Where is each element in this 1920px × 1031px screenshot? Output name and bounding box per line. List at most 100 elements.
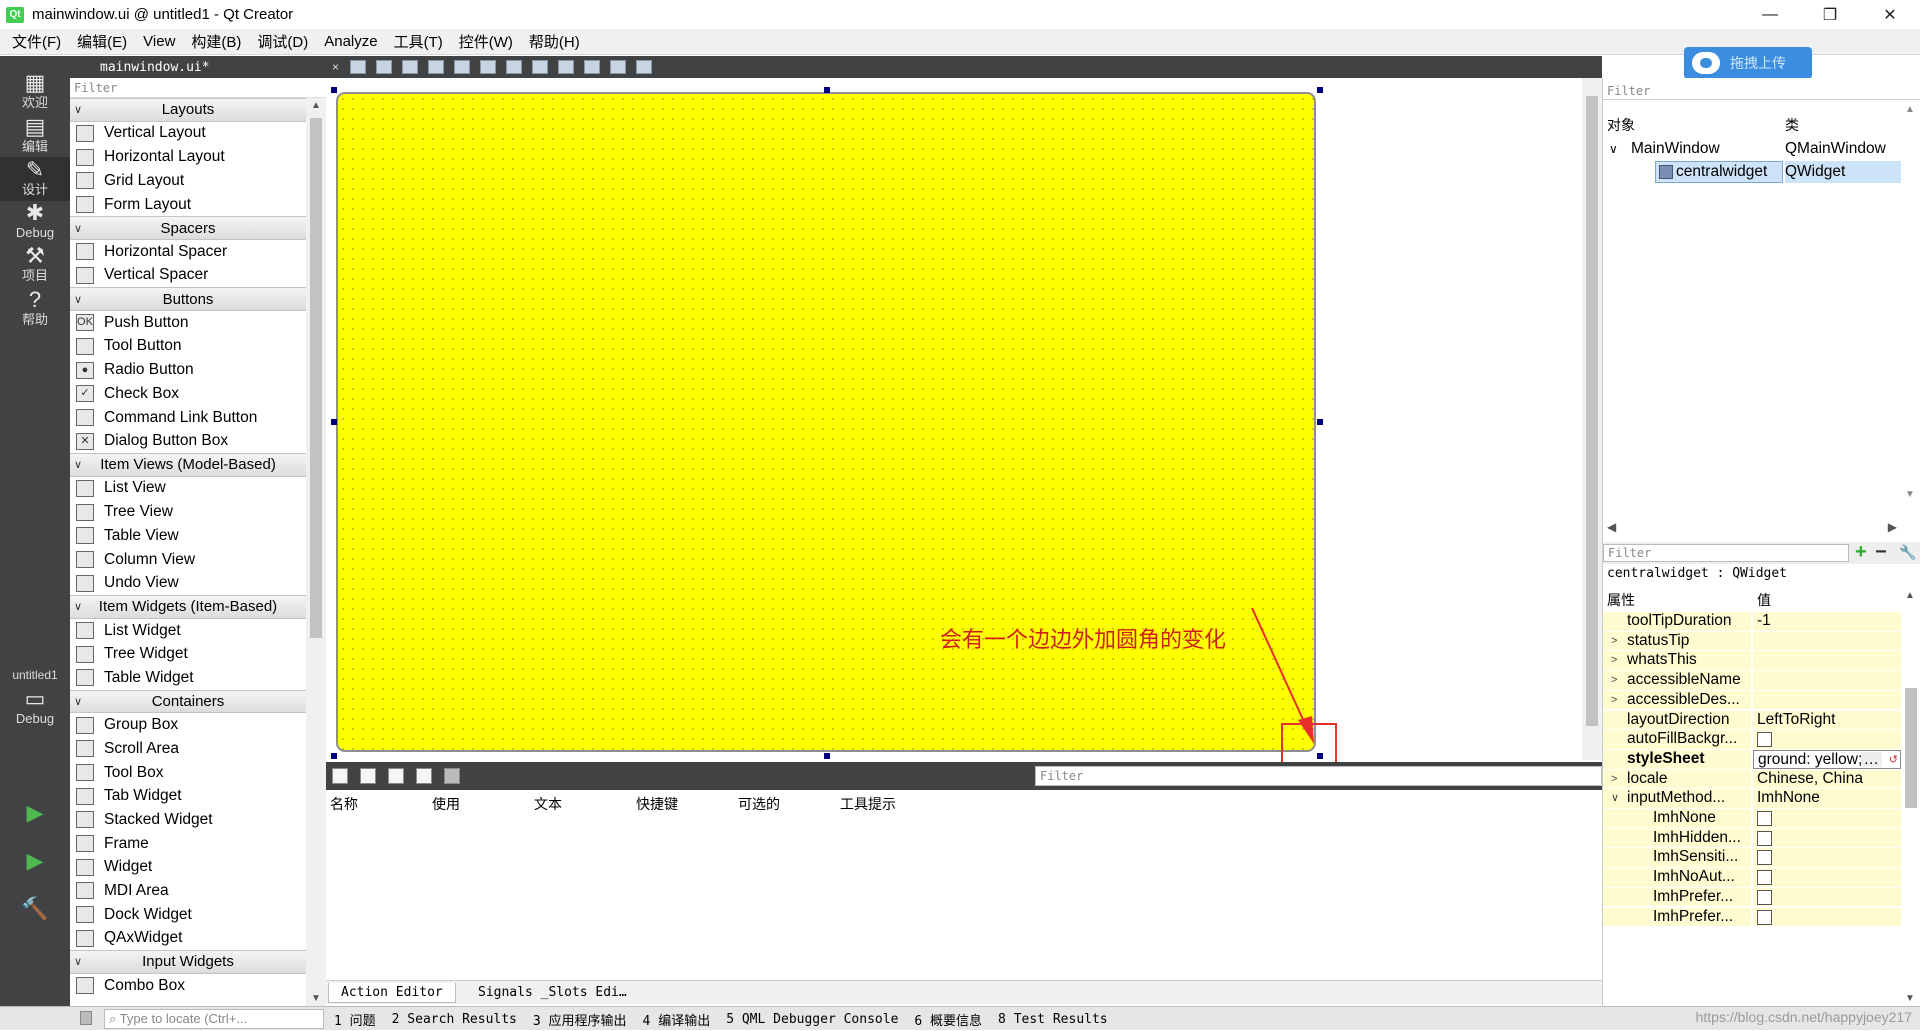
action-column-header[interactable]: 快捷键 (636, 794, 678, 814)
widget-item[interactable]: List View (70, 477, 306, 501)
widget-item[interactable]: Table View (70, 524, 306, 548)
property-row[interactable]: statusTip > (1603, 631, 1901, 652)
resize-handle[interactable] (824, 753, 830, 759)
widget-category[interactable]: ∨ Item Widgets (Item-Based) (70, 595, 306, 619)
output-pane-button[interactable]: 2 Search Results (392, 1012, 517, 1027)
property-value[interactable]: -1 (1753, 612, 1901, 631)
widget-item[interactable]: ✕ Dialog Button Box (70, 429, 306, 453)
layout-grid-icon[interactable] (584, 60, 601, 74)
property-value[interactable]: ImhNone (1753, 789, 1901, 808)
property-row[interactable]: ImhHidden... (1603, 828, 1901, 849)
build-button[interactable]: 🔨 (0, 896, 70, 932)
property-row[interactable]: styleSheet ground: yellow;… ↺ (1603, 749, 1901, 770)
mode-debug[interactable]: ✱ Debug (0, 200, 70, 244)
menu-item[interactable]: 构建(B) (183, 31, 249, 52)
minimize-button[interactable]: — (1740, 0, 1800, 29)
property-row[interactable]: ImhNone (1603, 809, 1901, 829)
debug-run-button[interactable]: ▶ (0, 848, 70, 884)
chevron-down-icon[interactable]: ∨ (74, 222, 82, 235)
scroll-thumb[interactable] (310, 118, 322, 638)
object-inspector-scrollbar[interactable]: ▲ ▼ (1901, 102, 1920, 502)
scroll-down-icon[interactable]: ▼ (1905, 993, 1915, 1004)
widget-category[interactable]: ∨ Item Views (Model-Based) (70, 453, 306, 477)
output-pane-button[interactable]: 1 问题 (334, 1010, 376, 1029)
new-action-icon[interactable] (332, 768, 348, 784)
property-value[interactable] (1753, 828, 1901, 848)
configure-icon[interactable]: 🔧 (1899, 544, 1916, 561)
property-checkbox[interactable] (1757, 811, 1772, 826)
chevron-right-icon[interactable]: > (1611, 671, 1617, 690)
property-row[interactable]: autoFillBackgr... (1603, 730, 1901, 750)
remove-dynamic-property-button[interactable]: − (1875, 542, 1887, 562)
widget-category[interactable]: ∨ Containers (70, 689, 306, 714)
widget-item[interactable]: Command Link Button (70, 406, 306, 430)
configure-icon[interactable] (444, 768, 460, 784)
property-value[interactable] (1753, 848, 1901, 868)
splitter-horizontal-icon[interactable] (506, 60, 523, 74)
resize-handle[interactable] (331, 419, 337, 425)
close-button[interactable]: ✕ (1860, 0, 1920, 29)
widget-item[interactable]: Tree Widget (70, 642, 306, 666)
widget-list-scrollbar[interactable]: ▲ ▼ (306, 98, 326, 1006)
mode-design[interactable]: ✎ 设计 (0, 157, 70, 201)
property-row[interactable]: ImhPrefer... (1603, 887, 1901, 908)
delete-action-icon[interactable] (416, 768, 432, 784)
widget-item[interactable]: Form Layout (70, 193, 306, 217)
scroll-down-icon[interactable]: ▼ (306, 993, 326, 1004)
property-editor-scrollbar[interactable]: ▲ ▼ (1901, 588, 1920, 1006)
widget-item[interactable]: Tree View (70, 500, 306, 524)
mode-edit[interactable]: ▤ 编辑 (0, 114, 70, 158)
chevron-down-icon[interactable]: ∨ (74, 600, 82, 613)
layout-horizontal-icon[interactable] (454, 60, 471, 74)
output-pane-button[interactable]: 8 Test Results (998, 1012, 1108, 1027)
layout-form-icon[interactable] (558, 60, 575, 74)
widget-item[interactable]: Frame (70, 832, 306, 856)
widget-item[interactable]: Table Widget (70, 666, 306, 690)
chevron-right-icon[interactable]: > (1611, 651, 1617, 670)
widget-item[interactable]: ✓ Check Box (70, 382, 306, 406)
widget-item[interactable]: Tool Box (70, 761, 306, 785)
widget-item[interactable]: Scroll Area (70, 737, 306, 761)
stylesheet-edit-button[interactable]: … (1860, 752, 1882, 767)
menu-item[interactable]: 调试(D) (249, 31, 316, 52)
scroll-right-icon[interactable]: ▶ (1888, 520, 1897, 534)
menu-item[interactable]: View (135, 33, 183, 50)
property-value[interactable] (1753, 730, 1901, 749)
copy-action-icon[interactable] (360, 768, 376, 784)
widget-filter-input[interactable]: Filter (70, 78, 326, 98)
output-pane-button[interactable]: 5 QML Debugger Console (726, 1012, 898, 1027)
property-row[interactable]: ImhNoAut... (1603, 868, 1901, 888)
resize-handle[interactable] (1317, 87, 1323, 93)
property-row[interactable]: accessibleDes... > (1603, 690, 1901, 711)
scroll-down-icon[interactable]: ▼ (1905, 489, 1915, 500)
property-value[interactable] (1753, 868, 1901, 887)
scroll-thumb[interactable] (1905, 688, 1917, 808)
widget-item[interactable]: Undo View (70, 571, 306, 595)
break-layout-icon[interactable] (610, 60, 627, 74)
widget-item[interactable]: Tool Button (70, 335, 306, 359)
scroll-up-icon[interactable]: ▲ (1905, 104, 1915, 115)
action-column-header[interactable]: 名称 (330, 794, 358, 814)
adjust-size-icon[interactable] (636, 60, 653, 74)
output-pane-button[interactable]: 6 概要信息 (914, 1010, 982, 1029)
action-column-header[interactable]: 工具提示 (840, 794, 896, 814)
tab-close-icon[interactable]: × (332, 60, 339, 74)
edit-tab-order-icon[interactable] (428, 60, 445, 74)
property-value[interactable] (1753, 887, 1901, 907)
mode-help[interactable]: ? 帮助 (0, 287, 70, 331)
widget-item[interactable]: Horizontal Spacer (70, 240, 306, 264)
property-row[interactable]: locale > Chinese, China (1603, 769, 1901, 790)
menu-item[interactable]: 帮助(H) (521, 31, 588, 52)
locator-input[interactable]: ⌕ Type to locate (Ctrl+... (104, 1009, 324, 1029)
property-filter-input[interactable]: Filter (1603, 544, 1849, 562)
menu-item[interactable]: 控件(W) (451, 31, 521, 52)
edit-buddies-icon[interactable] (402, 60, 419, 74)
widget-item[interactable]: Grid Layout (70, 169, 306, 193)
property-row[interactable]: accessibleName > (1603, 671, 1901, 691)
menu-item[interactable]: 工具(T) (386, 31, 451, 52)
chevron-down-icon[interactable]: ∨ (74, 458, 82, 471)
property-row[interactable]: inputMethod... ∨ ImhNone (1603, 789, 1901, 809)
menu-item[interactable]: 编辑(E) (69, 31, 135, 52)
resize-handle[interactable] (331, 753, 337, 759)
action-column-header[interactable]: 文本 (534, 794, 562, 814)
